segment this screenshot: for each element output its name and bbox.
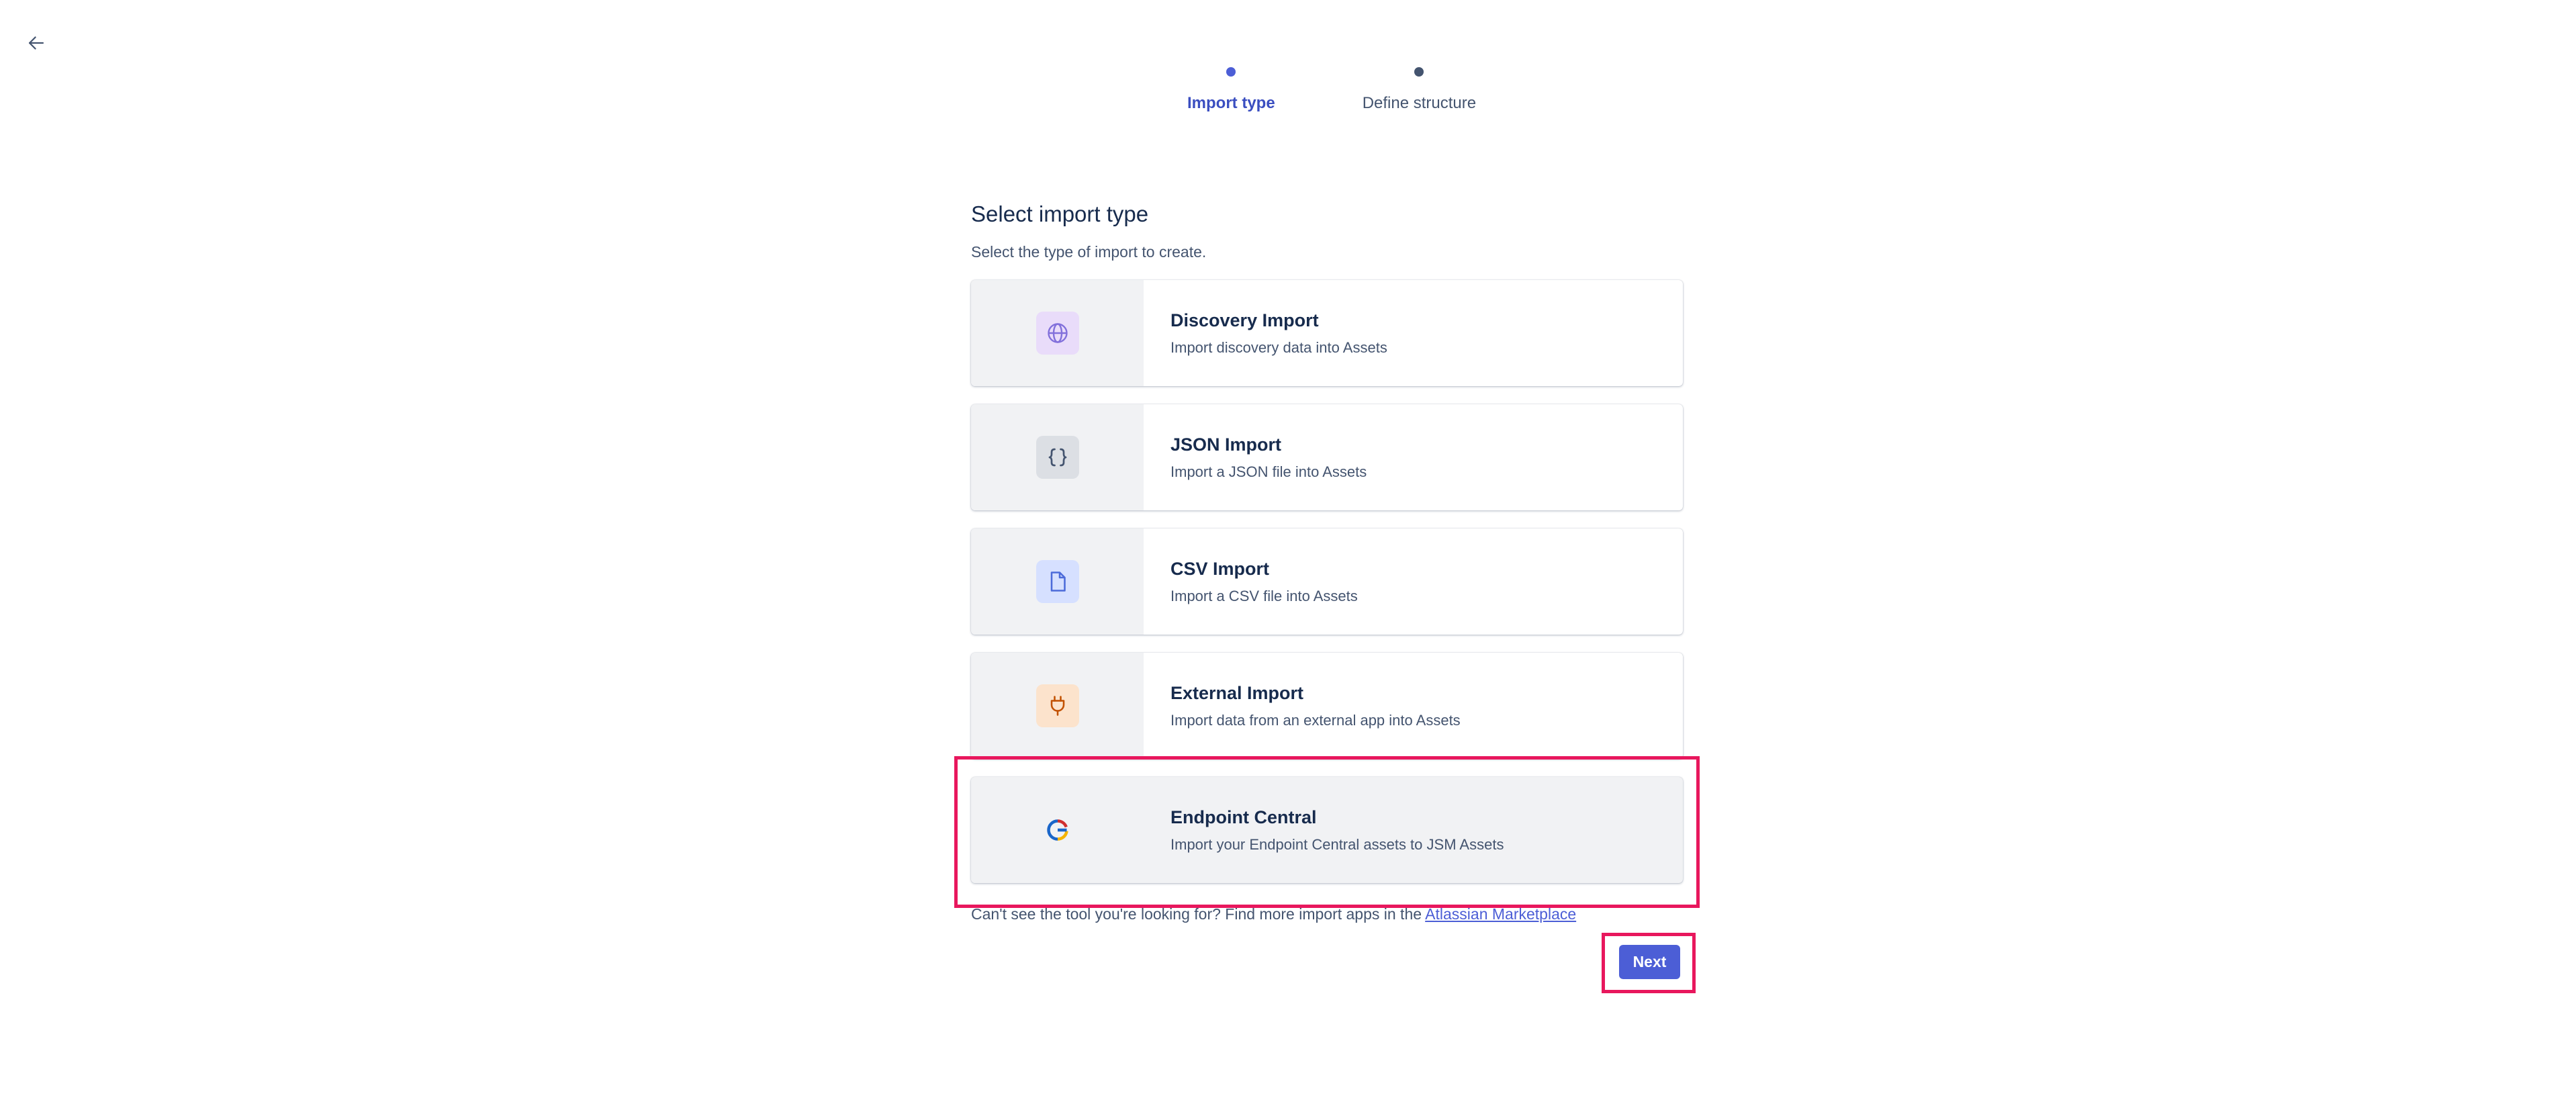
progress-stepper: Import type Define structure — [1187, 67, 1476, 113]
option-external-import[interactable]: External Import Import data from an exte… — [971, 653, 1683, 759]
import-wizard-page: Import type Define structure Select impo… — [0, 0, 2576, 1100]
option-json-import[interactable]: JSON Import Import a JSON file into Asse… — [971, 404, 1683, 510]
page-title: Select import type — [971, 201, 1149, 226]
marketplace-hint: Can't see the tool you're looking for? F… — [971, 905, 1576, 923]
option-title: Discovery Import — [1170, 310, 1319, 330]
option-title: JSON Import — [1170, 434, 1282, 455]
option-description: Import data from an external app into As… — [1170, 711, 1461, 729]
braces-icon — [1048, 448, 1066, 467]
file-icon — [1050, 571, 1066, 592]
option-icon-box — [1036, 809, 1079, 852]
page-subtitle: Select the type of import to create. — [971, 243, 1207, 261]
step-define-structure: Define structure — [1363, 67, 1476, 113]
option-icon-box — [1036, 312, 1079, 355]
option-icon-box — [1036, 436, 1079, 479]
step-dot — [1226, 67, 1236, 77]
option-csv-import[interactable]: CSV Import Import a CSV file into Assets — [971, 529, 1683, 635]
option-description: Import a CSV file into Assets — [1170, 587, 1358, 604]
option-icon-box — [1036, 560, 1079, 603]
step-import-type: Import type — [1187, 67, 1275, 113]
option-title: CSV Import — [1170, 558, 1270, 579]
option-icon-area — [971, 404, 1144, 510]
option-description: Import discovery data into Assets — [1170, 338, 1387, 356]
option-discovery-import[interactable]: Discovery Import Import discovery data i… — [971, 280, 1683, 386]
option-icon-box — [1036, 684, 1079, 727]
option-text: JSON Import Import a JSON file into Asse… — [1144, 404, 1367, 510]
option-text: Discovery Import Import discovery data i… — [1144, 280, 1387, 386]
step-dot — [1414, 67, 1424, 77]
atlassian-marketplace-link[interactable]: Atlassian Marketplace — [1425, 905, 1576, 923]
step-label: Import type — [1187, 94, 1275, 112]
endpoint-central-logo-icon — [1046, 819, 1068, 841]
option-icon-area — [971, 653, 1144, 759]
option-title: External Import — [1170, 682, 1304, 703]
globe-icon — [1047, 323, 1068, 343]
step-label: Define structure — [1362, 94, 1477, 112]
option-icon-area — [971, 777, 1144, 883]
option-text: Endpoint Central Import your Endpoint Ce… — [1144, 777, 1504, 883]
back-button[interactable] — [20, 27, 52, 59]
option-endpoint-central[interactable]: Endpoint Central Import your Endpoint Ce… — [971, 777, 1683, 883]
next-button[interactable]: Next — [1619, 945, 1680, 979]
import-type-section: Select import type Select the type of im… — [971, 201, 1683, 901]
option-description: Import your Endpoint Central assets to J… — [1170, 835, 1504, 853]
option-text: External Import Import data from an exte… — [1144, 653, 1461, 759]
arrow-left-icon — [28, 36, 44, 50]
option-text: CSV Import Import a CSV file into Assets — [1144, 529, 1358, 635]
option-description: Import a JSON file into Assets — [1170, 463, 1367, 480]
option-title: Endpoint Central — [1170, 807, 1317, 827]
plug-icon — [1050, 696, 1064, 716]
option-icon-area — [971, 529, 1144, 635]
option-icon-area — [971, 280, 1144, 386]
marketplace-text: Can't see the tool you're looking for? F… — [971, 905, 1426, 923]
